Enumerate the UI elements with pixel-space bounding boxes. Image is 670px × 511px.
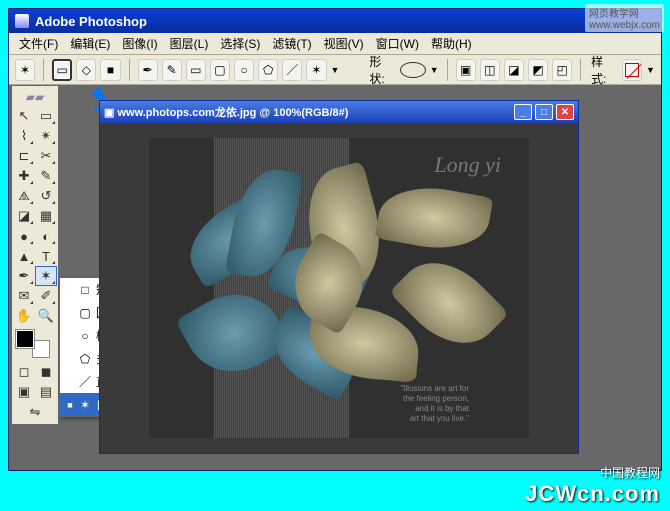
background-color-swatch[interactable] xyxy=(32,340,50,358)
ellipse-icon[interactable]: ○ xyxy=(234,59,254,81)
move-tool-icon[interactable]: ↖ xyxy=(13,106,35,126)
maximize-button[interactable]: □ xyxy=(535,104,553,120)
document-title: www.photops.com龙依.jpg @ 100%(RGB/8#) xyxy=(117,107,348,119)
eraser-tool-icon[interactable]: ◪ xyxy=(13,206,35,226)
menu-window[interactable]: 窗口(W) xyxy=(370,33,425,54)
menu-help[interactable]: 帮助(H) xyxy=(425,33,478,54)
workarea: ↶ ▰▰ ↖▭ ⌇✴ ⊏✂ ✚✎ ⧌↺ ◪▦ ●◐ ▲T ✒✶ ✉✐ ✋🔍 ◻◼… xyxy=(9,85,661,470)
polygon-icon[interactable]: ⬠ xyxy=(258,59,278,81)
menu-layer[interactable]: 图层(L) xyxy=(164,33,215,54)
active-marker-icon: ■ xyxy=(66,400,74,410)
watermark-bottom-right: 中国教程网 JCWcn.com xyxy=(525,464,660,507)
document-titlebar[interactable]: ▣ www.photops.com龙依.jpg @ 100%(RGB/8#) _… xyxy=(100,101,578,123)
menu-edit[interactable]: 编辑(E) xyxy=(64,33,116,54)
path-op-exclude-icon[interactable]: ◰ xyxy=(552,59,572,81)
path-op-new-icon[interactable]: ▣ xyxy=(456,59,476,81)
chevron-down-icon[interactable]: ▼ xyxy=(646,65,655,75)
crop-tool-icon[interactable]: ⊏ xyxy=(13,146,35,166)
zoom-tool-icon[interactable]: 🔍 xyxy=(35,306,57,326)
blur-tool-icon[interactable]: ● xyxy=(13,226,35,246)
pen-icon[interactable]: ✒ xyxy=(138,59,158,81)
app-title: Adobe Photoshop xyxy=(35,14,147,29)
gradient-tool-icon[interactable]: ▦ xyxy=(35,206,57,226)
menu-filter[interactable]: 滤镜(T) xyxy=(266,33,317,54)
options-bar: ✶ ▭ ◇ ■ ✒ ✎ ▭ ▢ ○ ⬠ ／ ✶ ▼ 形状: ▼ ▣ ◫ ◪ ◩ … xyxy=(9,55,661,85)
path-op-add-icon[interactable]: ◫ xyxy=(480,59,500,81)
custom-shape-icon[interactable]: ✶ xyxy=(306,59,326,81)
quickmask-std-icon[interactable]: ◻ xyxy=(13,362,35,382)
ellipse-icon: ○ xyxy=(78,329,92,343)
mode-path-icon[interactable]: ◇ xyxy=(76,59,96,81)
healing-tool-icon[interactable]: ✚ xyxy=(13,166,35,186)
custom-shape-icon: ✶ xyxy=(78,398,92,412)
line-icon[interactable]: ／ xyxy=(282,59,302,81)
toolbox-logo-icon: ▰▰ xyxy=(13,88,57,106)
screenmode-2-icon[interactable]: ▤ xyxy=(35,382,57,402)
mode-shapelayer-icon[interactable]: ▭ xyxy=(52,59,72,81)
brush-tool-icon[interactable]: ✎ xyxy=(35,166,57,186)
document-window: ▣ www.photops.com龙依.jpg @ 100%(RGB/8#) _… xyxy=(99,100,579,454)
shape-preview-icon[interactable] xyxy=(400,62,426,78)
lasso-tool-icon[interactable]: ⌇ xyxy=(13,126,35,146)
freeform-pen-icon[interactable]: ✎ xyxy=(162,59,182,81)
menu-select[interactable]: 选择(S) xyxy=(214,33,266,54)
menu-file[interactable]: 文件(F) xyxy=(13,33,64,54)
screenmode-1-icon[interactable]: ▣ xyxy=(13,382,35,402)
menubar: 文件(F) 编辑(E) 图像(I) 图层(L) 选择(S) 滤镜(T) 视图(V… xyxy=(9,33,661,55)
path-select-tool-icon[interactable]: ▲ xyxy=(13,246,35,266)
jump-to-icon[interactable]: ⇋ xyxy=(13,402,57,422)
artwork: Long yi Aase negative "Illusions are art… xyxy=(149,138,529,438)
foreground-color-swatch[interactable] xyxy=(16,330,34,348)
app-window: Adobe Photoshop 文件(F) 编辑(E) 图像(I) 图层(L) … xyxy=(8,8,662,471)
style-none-icon[interactable] xyxy=(622,59,642,81)
doc-icon: ▣ xyxy=(104,107,117,119)
path-op-intersect-icon[interactable]: ◩ xyxy=(528,59,548,81)
canvas[interactable]: Long yi Aase negative "Illusions are art… xyxy=(100,123,578,453)
pen-tool-icon[interactable]: ✒ xyxy=(13,266,35,286)
watermark-top-right: 网页教学网 www.webjx.com xyxy=(585,4,664,32)
quickmask-icon[interactable]: ◼ xyxy=(35,362,57,382)
stamp-tool-icon[interactable]: ⧌ xyxy=(13,186,35,206)
notes-tool-icon[interactable]: ✉ xyxy=(13,286,35,306)
roundrect-icon[interactable]: ▢ xyxy=(210,59,230,81)
shape-tool-icon[interactable]: ✶ xyxy=(35,266,57,286)
mode-fill-icon[interactable]: ■ xyxy=(100,59,120,81)
titlebar: Adobe Photoshop xyxy=(9,9,661,33)
chevron-down-icon[interactable]: ▼ xyxy=(331,65,340,75)
shape-preset-icon[interactable]: ✶ xyxy=(15,59,35,81)
rect-icon[interactable]: ▭ xyxy=(186,59,206,81)
polygon-icon: ⬠ xyxy=(78,352,92,366)
color-swatches xyxy=(13,326,57,362)
line-icon: ／ xyxy=(78,373,92,390)
shape-label: 形状: xyxy=(367,53,396,87)
style-label: 样式: xyxy=(589,53,618,87)
toolbox: ▰▰ ↖▭ ⌇✴ ⊏✂ ✚✎ ⧌↺ ◪▦ ●◐ ▲T ✒✶ ✉✐ ✋🔍 ◻◼ ▣… xyxy=(11,85,59,425)
dodge-tool-icon[interactable]: ◐ xyxy=(35,226,57,246)
close-button[interactable]: ✕ xyxy=(556,104,574,120)
chevron-down-icon[interactable]: ▼ xyxy=(430,65,439,75)
menu-image[interactable]: 图像(I) xyxy=(116,33,163,54)
wand-tool-icon[interactable]: ✴ xyxy=(35,126,57,146)
menu-view[interactable]: 视图(V) xyxy=(318,33,370,54)
hand-tool-icon[interactable]: ✋ xyxy=(13,306,35,326)
app-icon xyxy=(15,14,29,28)
history-brush-tool-icon[interactable]: ↺ xyxy=(35,186,57,206)
minimize-button[interactable]: _ xyxy=(514,104,532,120)
roundrect-icon: ▢ xyxy=(78,306,92,320)
type-tool-icon[interactable]: T xyxy=(35,246,57,266)
rect-icon: □ xyxy=(78,283,92,297)
flower-gold xyxy=(289,168,509,398)
path-op-sub-icon[interactable]: ◪ xyxy=(504,59,524,81)
marquee-tool-icon[interactable]: ▭ xyxy=(35,106,57,126)
slice-tool-icon[interactable]: ✂ xyxy=(35,146,57,166)
eyedropper-tool-icon[interactable]: ✐ xyxy=(35,286,57,306)
